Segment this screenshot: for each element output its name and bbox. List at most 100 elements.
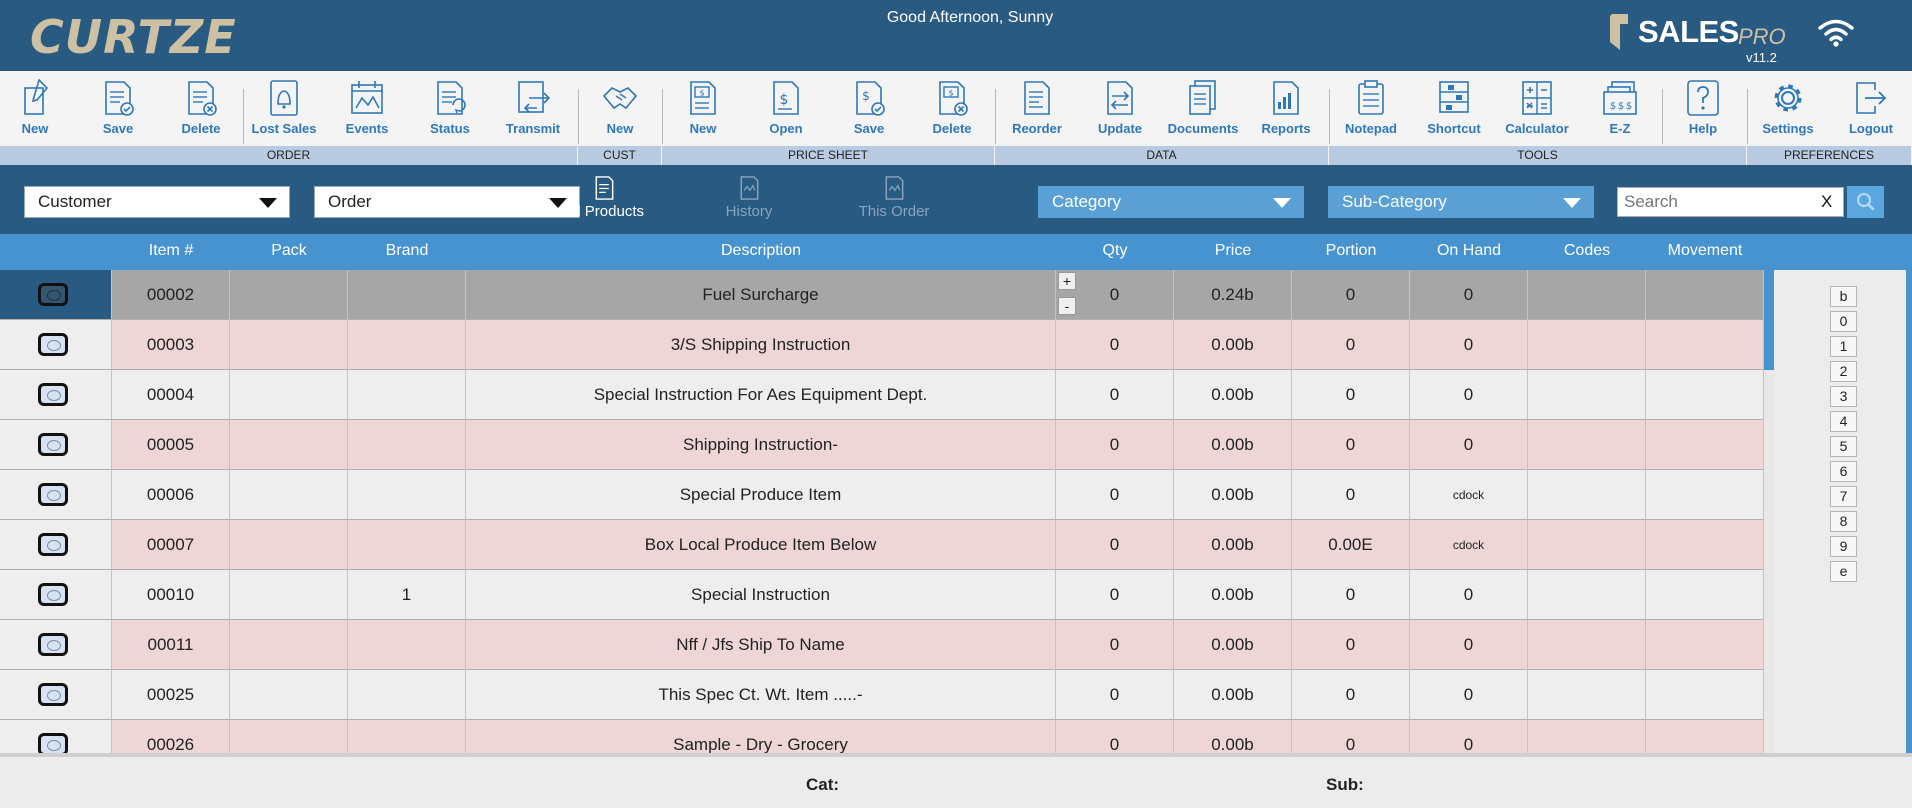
alpha-index-key[interactable]: 5	[1830, 436, 1857, 457]
subcategory-select-value: Sub-Category	[1342, 192, 1447, 211]
row-select-checkbox[interactable]	[38, 483, 68, 506]
row-select-checkbox[interactable]	[38, 433, 68, 456]
cell-movement	[1646, 370, 1764, 420]
toolbar-button-lost-sales[interactable]: Lost Sales	[244, 71, 324, 146]
column-header[interactable]: On Hand	[1410, 234, 1528, 270]
alpha-index-key[interactable]: 4	[1830, 411, 1857, 432]
column-header[interactable]: Pack	[230, 234, 348, 270]
search-input[interactable]	[1618, 188, 1808, 216]
table-row[interactable]: 00002 Fuel Surcharge 0 0.24b 0 0 + -	[0, 270, 1764, 320]
cell-codes	[1528, 720, 1646, 753]
toolbar-button-transmit[interactable]: Transmit	[493, 71, 573, 146]
order-select[interactable]: Order	[314, 186, 580, 218]
search-button[interactable]	[1847, 186, 1884, 218]
table-row[interactable]: 00025 This Spec Ct. Wt. Item .....- 0 0.00b…	[0, 670, 1764, 720]
cell-qty[interactable]: 0	[1056, 320, 1174, 370]
toolbar-button-reports[interactable]: Reports	[1246, 71, 1326, 146]
toolbar-button-new-order[interactable]: New	[0, 71, 75, 146]
alpha-index-key[interactable]: e	[1830, 561, 1857, 582]
table-row[interactable]: 00026 Sample - Dry - Grocery 0 0.00b 0 0	[0, 720, 1764, 753]
table-row[interactable]: 00011 Nff / Jfs Ship To Name 0 0.00b 0 0	[0, 620, 1764, 670]
column-header[interactable]: Description	[466, 234, 1056, 270]
row-select-checkbox[interactable]	[38, 383, 68, 406]
cell-qty[interactable]: 0	[1056, 420, 1174, 470]
column-header[interactable]: Portion	[1292, 234, 1410, 270]
toolbar-button-logout[interactable]: Logout	[1831, 71, 1911, 146]
table-row[interactable]: 00005 Shipping Instruction- 0 0.00b 0 0	[0, 420, 1764, 470]
toolbar-button-save-order[interactable]: Save	[78, 71, 158, 146]
column-header[interactable]: Brand	[348, 234, 466, 270]
alpha-index-key[interactable]: 9	[1830, 536, 1857, 557]
qty-increment-button[interactable]: +	[1058, 272, 1076, 290]
row-select-checkbox[interactable]	[38, 633, 68, 656]
alpha-index-key[interactable]: 8	[1830, 511, 1857, 532]
toolbar-button-documents[interactable]: Documents	[1163, 71, 1243, 146]
clear-search-button[interactable]: X	[1821, 192, 1832, 212]
alpha-index-key[interactable]: 3	[1830, 386, 1857, 407]
toolbar-button-new-customer[interactable]: New	[580, 71, 660, 146]
alpha-index-key[interactable]: 2	[1830, 361, 1857, 382]
cell-qty[interactable]: 0	[1056, 520, 1174, 570]
column-header[interactable]: Movement	[1646, 234, 1764, 270]
toolbar-button-shortcut[interactable]: Shortcut	[1414, 71, 1494, 146]
category-select[interactable]: Category	[1038, 186, 1304, 218]
row-select-checkbox[interactable]	[38, 333, 68, 356]
cell-qty[interactable]: 0	[1056, 570, 1174, 620]
toolbar-button-notepad[interactable]: Notepad	[1331, 71, 1411, 146]
table-scrollbar[interactable]	[1764, 270, 1774, 753]
cell-qty[interactable]: 0	[1056, 720, 1174, 753]
tab-this-order[interactable]: This Order	[834, 175, 954, 220]
toolbar-button-events[interactable]: Events	[327, 71, 407, 146]
column-header[interactable]: Codes	[1528, 234, 1646, 270]
table-row[interactable]: 00003 3/S Shipping Instruction 0 0.00b 0 0	[0, 320, 1764, 370]
alpha-index-key[interactable]: b	[1830, 286, 1857, 307]
row-select-checkbox[interactable]	[38, 533, 68, 556]
toolbar-button-status[interactable]: Status	[410, 71, 490, 146]
cell-qty[interactable]: 0	[1056, 370, 1174, 420]
table-row[interactable]: 00010 1 Special Instruction 0 0.00b 0 0	[0, 570, 1764, 620]
table-row[interactable]: 00007 Box Local Produce Item Below 0 0.00b 0…	[0, 520, 1764, 570]
toolbar-button-gear[interactable]: Settings	[1748, 71, 1828, 146]
toolbar-button-delete-price-sheet[interactable]: $ Delete	[912, 71, 992, 146]
toolbar-button-calculator[interactable]: Calculator	[1497, 71, 1577, 146]
row-select-checkbox[interactable]	[38, 283, 68, 306]
row-select-checkbox[interactable]	[38, 583, 68, 606]
tab-all-products[interactable]: All Products	[544, 175, 664, 220]
alpha-index-key[interactable]: 0	[1830, 311, 1857, 332]
alpha-index-key[interactable]: 1	[1830, 336, 1857, 357]
alpha-index-key[interactable]: 7	[1830, 486, 1857, 507]
toolbar-button-help[interactable]: Help	[1663, 71, 1743, 146]
toolbar-button-save-price-sheet[interactable]: $ Save	[829, 71, 909, 146]
toolbar-button-open-price-sheet[interactable]: $ Open	[746, 71, 826, 146]
cell-qty[interactable]: 0	[1056, 470, 1174, 520]
svg-text:$: $	[1626, 101, 1632, 112]
brand-pro: PRO	[1738, 24, 1786, 49]
row-select-checkbox[interactable]	[38, 683, 68, 706]
category-select-value: Category	[1052, 192, 1121, 211]
row-select-checkbox[interactable]	[38, 733, 68, 753]
column-header[interactable]: Qty	[1056, 234, 1174, 270]
toolbar-button-new-price-sheet[interactable]: $ New	[663, 71, 743, 146]
subcategory-select[interactable]: Sub-Category	[1328, 186, 1594, 218]
toolbar-button-e-z[interactable]: $ $ $ E-Z	[1580, 71, 1660, 146]
column-header[interactable]: Item #	[112, 234, 230, 270]
table-row[interactable]: 00004 Special Instruction For Aes Equipme…	[0, 370, 1764, 420]
qty-decrement-button[interactable]: -	[1058, 297, 1076, 315]
cell-portion: 0	[1292, 270, 1410, 320]
column-header[interactable]: Price	[1174, 234, 1292, 270]
chevron-down-icon	[259, 198, 277, 208]
toolbar-button-update[interactable]: Update	[1080, 71, 1160, 146]
cell-portion: 0	[1292, 720, 1410, 753]
cell-qty[interactable]: 0	[1056, 670, 1174, 720]
row-select-cell	[0, 370, 112, 420]
scrollbar-thumb[interactable]	[1764, 270, 1774, 370]
main-toolbar: New Save Delete Lost Sales Events Status…	[0, 71, 1912, 146]
toolbar-button-delete-order[interactable]: Delete	[161, 71, 241, 146]
toolbar-button-reorder[interactable]: Reorder	[997, 71, 1077, 146]
cell-qty[interactable]: 0	[1056, 620, 1174, 670]
row-select-cell	[0, 570, 112, 620]
customer-select[interactable]: Customer	[24, 186, 290, 218]
alpha-index-key[interactable]: 6	[1830, 461, 1857, 482]
tab-history[interactable]: History	[689, 175, 809, 220]
table-row[interactable]: 00006 Special Produce Item 0 0.00b 0 cdock	[0, 470, 1764, 520]
